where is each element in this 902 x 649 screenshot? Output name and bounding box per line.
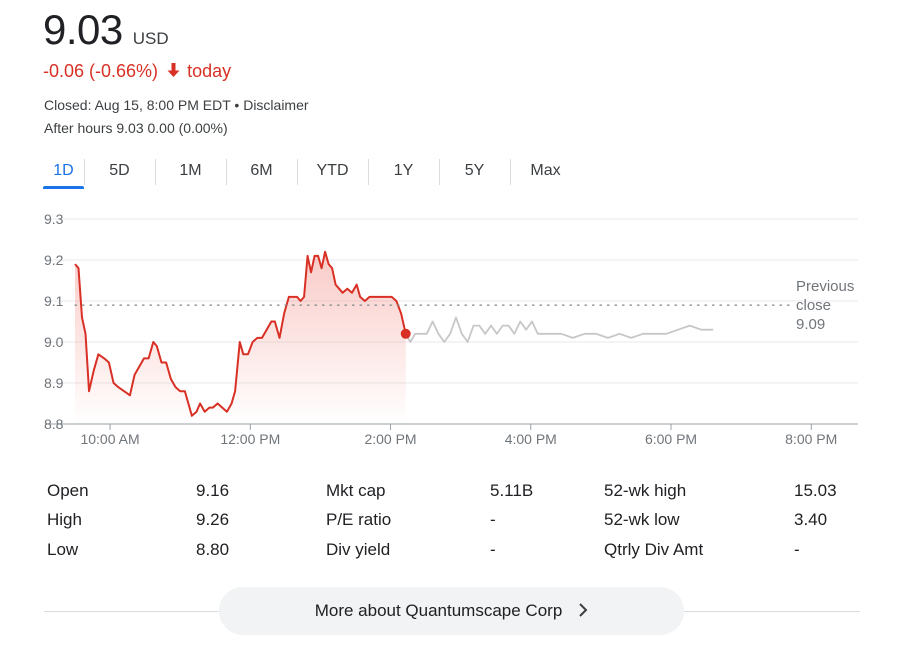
stat-value-open: 9.16: [196, 481, 230, 500]
stat-value-low: 8.80: [196, 540, 230, 559]
stat-value-52wk-low: 3.40: [794, 510, 828, 529]
separator-dot: •: [234, 97, 244, 113]
divider-left: [44, 611, 219, 612]
y-tick-label: 9.2: [44, 252, 64, 268]
stat-label-div-yield: Div yield: [326, 540, 391, 559]
y-tick-label: 8.9: [44, 375, 64, 391]
x-tick-label: 4:00 PM: [505, 431, 557, 447]
previous-close-group: Previous close 9.09: [74, 278, 854, 333]
closed-time: Closed: Aug 15, 8:00 PM EDT: [44, 97, 231, 113]
stat-value-div-yield: -: [490, 540, 496, 559]
stat-value-mkt-cap: 5.11B: [490, 481, 534, 500]
change-value: -0.06 (-0.66%): [43, 61, 159, 81]
tab-1d[interactable]: 1D: [43, 155, 84, 189]
stat-label-high: High: [47, 510, 82, 529]
stat-value-qtrly-div: -: [794, 540, 800, 559]
y-tick-label: 9.1: [44, 293, 64, 309]
series-group: [74, 250, 714, 424]
x-tick-label: 10:00 AM: [80, 431, 139, 447]
tab-ytd[interactable]: YTD: [297, 155, 368, 189]
x-tick-label: 8:00 PM: [785, 431, 837, 447]
x-tick-label: 6:00 PM: [645, 431, 697, 447]
series-area-fill: [75, 251, 406, 424]
divider-right: [684, 611, 860, 612]
market-status: Closed: Aug 15, 8:00 PM EDT • Disclaimer: [44, 97, 309, 113]
previous-close-label: 9.09: [796, 316, 825, 333]
tab-5y[interactable]: 5Y: [439, 155, 510, 189]
disclaimer-link[interactable]: Disclaimer: [243, 97, 308, 113]
range-tabs: 1D 5D 1M 6M YTD 1Y 5Y Max: [43, 155, 581, 189]
stat-label-52wk-low: 52-wk low: [604, 510, 680, 529]
x-tick-label: 12:00 PM: [220, 431, 280, 447]
stat-value-52wk-high: 15.03: [794, 481, 837, 500]
more-about-label: More about Quantumscape Corp: [314, 601, 563, 620]
price-change: -0.06 (-0.66%) today: [43, 61, 231, 82]
tab-5d[interactable]: 5D: [84, 155, 155, 189]
stat-value-pe-ratio: -: [490, 510, 496, 529]
stat-value-high: 9.26: [196, 510, 230, 529]
tab-1y[interactable]: 1Y: [368, 155, 439, 189]
stat-label-open: Open: [47, 481, 89, 500]
x-tick-label: 2:00 PM: [364, 431, 416, 447]
stat-label-pe-ratio: P/E ratio: [326, 510, 392, 529]
tab-6m[interactable]: 6M: [226, 155, 297, 189]
y-axis: 9.3 9.2 9.1 9.0 8.9 8.8: [44, 211, 64, 432]
change-period: today: [187, 61, 232, 81]
x-axis: 10:00 AM 12:00 PM 2:00 PM 4:00 PM 6:00 PM 8:0…: [80, 424, 837, 447]
y-tick-label: 9.0: [44, 334, 64, 350]
after-hours-quote: After hours 9.03 0.00 (0.00%): [44, 120, 228, 136]
close-point-marker: [400, 328, 411, 339]
stat-label-qtrly-div: Qtrly Div Amt: [604, 540, 704, 559]
previous-close-label: Previous: [796, 278, 854, 295]
currency-label: USD: [132, 29, 169, 48]
stat-label-52wk-high: 52-wk high: [604, 481, 687, 500]
price-header: 9.03 USD: [43, 6, 169, 54]
arrow-down-icon: [167, 61, 180, 82]
more-about-button[interactable]: More about Quantumscape Corp: [219, 587, 684, 635]
previous-close-label: close: [796, 297, 831, 314]
tab-max[interactable]: Max: [510, 155, 581, 189]
series-line-after-hours: [404, 316, 714, 343]
current-price: 9.03: [43, 6, 123, 53]
y-tick-label: 8.8: [44, 416, 64, 432]
chevron-right-icon: [578, 600, 588, 623]
stat-label-mkt-cap: Mkt cap: [326, 481, 386, 500]
price-chart[interactable]: 9.3 9.2 9.1 9.0 8.9 8.8 10:00 AM 12:00 PM 2:00 …: [0, 200, 902, 460]
y-tick-label: 9.3: [44, 211, 64, 227]
stat-label-low: Low: [47, 540, 79, 559]
tab-1m[interactable]: 1M: [155, 155, 226, 189]
